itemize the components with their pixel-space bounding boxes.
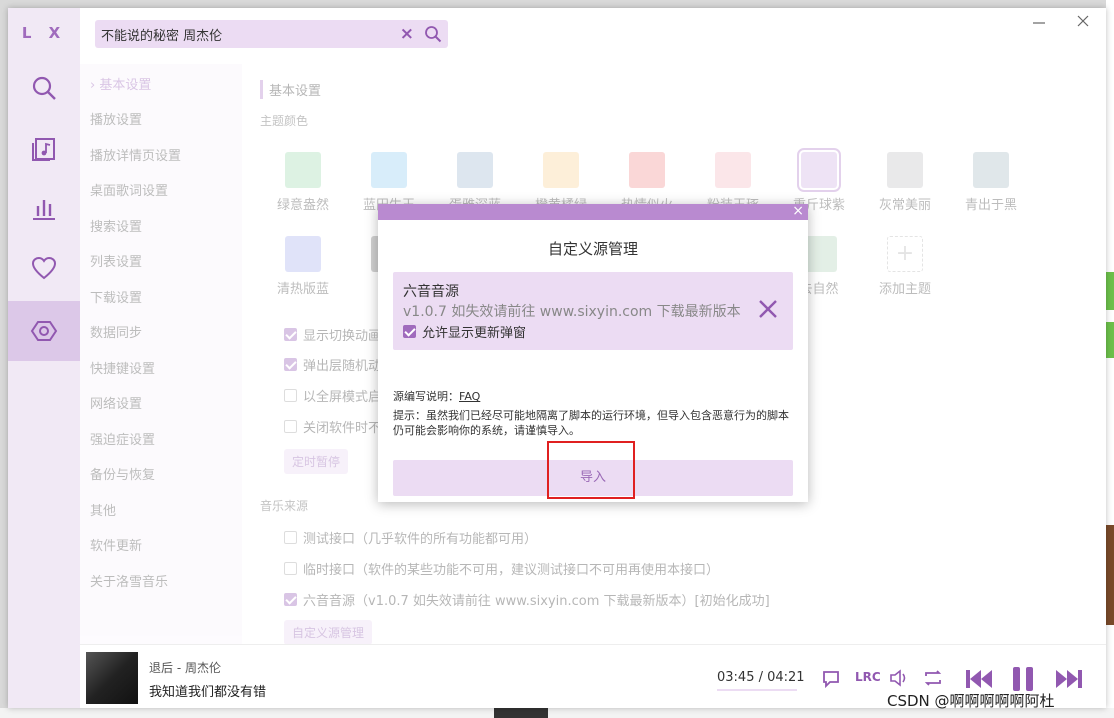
nav-settings[interactable]	[8, 301, 80, 361]
close-icon[interactable]: ×	[792, 203, 804, 219]
previous-icon[interactable]	[964, 667, 994, 691]
source-card: 六音音源 v1.0.7 如失效请前往 www.sixyin.com 下载最新版本…	[393, 272, 793, 350]
song-lyric: 我知道我们都没有错	[149, 685, 267, 700]
album-cover[interactable]	[86, 652, 138, 704]
minimize-icon[interactable]	[1030, 14, 1048, 32]
volume-icon[interactable]	[888, 667, 910, 689]
search-icon	[32, 76, 56, 100]
close-icon[interactable]	[1074, 12, 1092, 30]
faq-link[interactable]: FAQ	[459, 390, 480, 403]
play-time: 03:45 / 04:21	[717, 670, 805, 685]
tip-text: 提示：虽然我们已经尽可能地隔离了脚本的运行环境，但导入包含恶意行为的脚本仍可能会…	[393, 409, 789, 437]
settings-icon	[30, 321, 58, 341]
nav-leaderboard[interactable]	[8, 178, 80, 238]
progress-bar[interactable]	[717, 689, 797, 691]
highlight-box	[547, 441, 635, 499]
lrc-toggle[interactable]: LRC	[855, 670, 881, 684]
heart-icon	[31, 256, 57, 280]
nav-search[interactable]	[8, 58, 80, 118]
icon-sidebar: L X	[8, 8, 80, 708]
doc-prefix: 源编写说明：	[393, 390, 459, 403]
doc-line: 源编写说明：FAQ	[393, 388, 480, 404]
next-icon[interactable]	[1054, 667, 1084, 691]
search-input[interactable]: 不能说的秘密 周杰伦	[101, 25, 222, 44]
app-window: L X 不能说的秘密 周杰伦 × › 基本设置 播放设置 播放详情页设置 桌面歌…	[8, 8, 1106, 708]
music-list-icon	[32, 138, 55, 161]
dialog-header: ×	[378, 203, 808, 220]
allow-popup-checkbox[interactable]: 允许显示更新弹窗	[403, 322, 526, 341]
chart-icon	[33, 200, 55, 220]
pause-icon[interactable]	[1010, 665, 1036, 693]
search-box[interactable]: 不能说的秘密 周杰伦 ×	[95, 20, 448, 48]
source-desc: v1.0.7 如失效请前往 www.sixyin.com 下载最新版本	[403, 304, 741, 320]
dialog-title: 自定义源管理	[547, 240, 638, 258]
repeat-icon[interactable]	[922, 667, 944, 689]
app-logo: L X	[21, 24, 67, 42]
comment-icon[interactable]	[820, 667, 842, 689]
watermark: CSDN @啊啊啊啊啊阿杜	[887, 692, 1055, 710]
nav-favorites[interactable]	[8, 238, 80, 298]
remove-icon[interactable]	[757, 298, 779, 320]
nav-songlist[interactable]	[8, 118, 80, 178]
song-title: 退后 - 周杰伦	[149, 661, 221, 675]
source-name: 六音音源	[403, 284, 459, 300]
checkbox[interactable]	[403, 325, 416, 338]
clear-icon[interactable]: ×	[400, 24, 414, 44]
allow-popup-label: 允许显示更新弹窗	[422, 326, 527, 341]
search-icon[interactable]	[424, 25, 442, 43]
